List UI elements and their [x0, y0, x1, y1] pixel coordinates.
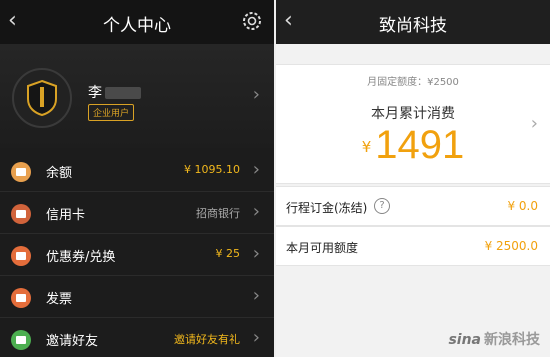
menu-item-value: 招商银行	[196, 207, 240, 220]
screenshot: ‹ 个人中心 李 企业用户 › 余额 ¥ 1095.10 › 信用卡 招商银行 …	[0, 0, 550, 357]
currency-symbol: ¥	[361, 138, 372, 156]
right-page-title: 致尚科技	[379, 16, 447, 36]
menu-item-value: 邀请好友有礼	[174, 333, 240, 346]
chevron-right-icon: ›	[252, 84, 260, 105]
watermark-text: 新浪科技	[484, 332, 540, 348]
chevron-right-icon: ›	[252, 201, 260, 222]
fixed-limit-text: 月固定额度：¥2500	[367, 77, 459, 88]
wallet-icon	[11, 162, 31, 182]
menu-item-label: 优惠券/兑换	[46, 250, 116, 265]
deposit-value: ¥ 0.0	[507, 199, 538, 213]
question-icon[interactable]: ?	[374, 198, 390, 214]
menu-item-invoice[interactable]: 发票 ›	[0, 276, 274, 318]
menu-item-credit-card[interactable]: 信用卡 招商银行 ›	[0, 192, 274, 234]
avatar	[12, 68, 72, 128]
chevron-right-icon: ›	[252, 285, 260, 306]
menu-item-label: 余额	[46, 166, 73, 181]
coupon-icon	[11, 246, 31, 266]
enterprise-user-badge: 企业用户	[88, 104, 135, 121]
profile-section[interactable]: 李 企业用户 ›	[0, 44, 274, 148]
available-limit-value: ¥ 2500.0	[484, 239, 538, 253]
menu-item-coupon[interactable]: 优惠券/兑换 ¥ 25 ›	[0, 234, 274, 276]
monthly-spending-label: 本月累计消费	[371, 106, 455, 122]
account-menu: 余额 ¥ 1095.10 › 信用卡 招商银行 › 优惠券/兑换 ¥ 25 › …	[0, 150, 274, 357]
gear-icon[interactable]	[240, 9, 264, 33]
chevron-right-icon: ›	[252, 159, 260, 180]
menu-item-value: ¥ 25	[215, 247, 241, 260]
amount-value: 1491	[375, 123, 465, 167]
chevron-right-icon: ›	[252, 243, 260, 264]
shield-icon	[27, 79, 57, 117]
user-name: 李	[88, 82, 141, 102]
deposit-row: 行程订金(冻结) ? ¥ 0.0	[276, 186, 550, 226]
watermark: sina 新浪科技	[448, 329, 540, 349]
menu-item-label: 发票	[46, 292, 73, 307]
menu-item-label: 邀请好友	[46, 334, 99, 349]
chevron-right-icon: ›	[252, 327, 260, 348]
deposit-label: 行程订金(冻结)	[286, 201, 368, 215]
personal-center-screen: ‹ 个人中心 李 企业用户 › 余额 ¥ 1095.10 › 信用卡 招商银行 …	[0, 0, 274, 357]
invoice-icon	[11, 288, 31, 308]
menu-item-label: 信用卡	[46, 208, 86, 223]
monthly-spending-card[interactable]: 月固定额度：¥2500 本月累计消费 ¥1491 ›	[276, 64, 550, 184]
menu-item-value: ¥ 1095.10	[184, 163, 240, 176]
left-page-title: 个人中心	[103, 16, 171, 36]
sina-logo: sina	[448, 332, 481, 348]
invite-icon	[11, 330, 31, 350]
monthly-spending-amount: ¥1491	[276, 123, 550, 168]
available-limit-label: 本月可用额度	[286, 241, 359, 255]
credit-card-icon	[11, 204, 31, 224]
menu-item-invite[interactable]: 邀请好友 邀请好友有礼 ›	[0, 318, 274, 357]
company-account-screen: ‹ 致尚科技 月固定额度：¥2500 本月累计消费 ¥1491 › 行程订金(冻…	[276, 0, 550, 357]
chevron-right-icon: ›	[530, 113, 538, 134]
menu-item-balance[interactable]: 余额 ¥ 1095.10 ›	[0, 150, 274, 192]
available-limit-row: 本月可用额度 ¥ 2500.0	[276, 226, 550, 266]
right-nav-bar: ‹ 致尚科技	[276, 0, 550, 44]
left-nav-bar: ‹ 个人中心	[0, 0, 274, 44]
